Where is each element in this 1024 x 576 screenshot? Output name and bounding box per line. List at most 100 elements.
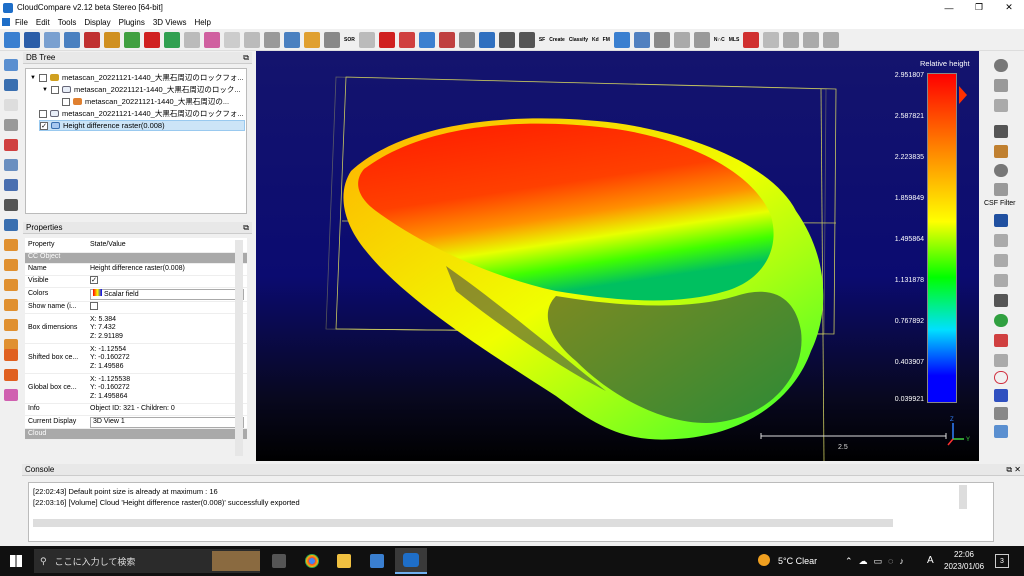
- open-icon[interactable]: [4, 31, 20, 48]
- list-icon[interactable]: [64, 31, 80, 48]
- sample-icon[interactable]: [204, 31, 220, 48]
- noise-icon[interactable]: [324, 31, 340, 48]
- cloudcompare-task[interactable]: [395, 548, 427, 574]
- minimize-button[interactable]: —: [934, 0, 964, 15]
- hough-icon[interactable]: [994, 254, 1008, 267]
- canupo-icon[interactable]: [994, 294, 1008, 307]
- csf-shield-icon[interactable]: [994, 183, 1008, 196]
- translate-icon[interactable]: [84, 31, 100, 48]
- shield-icon[interactable]: [184, 31, 200, 48]
- console-hscrollbar[interactable]: [33, 519, 893, 527]
- prop-name-value[interactable]: Height difference raster(0.008): [87, 263, 247, 276]
- raster-icon[interactable]: [994, 99, 1008, 112]
- delete-icon[interactable]: [144, 31, 160, 48]
- terrain-icon[interactable]: [783, 31, 800, 48]
- colors-dropdown[interactable]: Scalar field⌄: [90, 288, 244, 300]
- classify-button[interactable]: Classify: [569, 37, 588, 43]
- sf-arith-icon[interactable]: [518, 31, 535, 48]
- mls-button[interactable]: MLS: [729, 37, 740, 43]
- front-label-icon[interactable]: [4, 349, 18, 361]
- terrain2-icon[interactable]: [803, 31, 820, 48]
- console-vscrollbar[interactable]: [959, 485, 967, 509]
- sor-button[interactable]: SOR: [344, 37, 355, 43]
- stats-icon[interactable]: [458, 31, 475, 48]
- show-name-checkbox[interactable]: [90, 301, 98, 310]
- color-icon[interactable]: [164, 31, 180, 48]
- weather-text[interactable]: 5°C Clear: [778, 556, 817, 566]
- back-label-icon[interactable]: [4, 369, 18, 381]
- kd-button[interactable]: Kd: [592, 37, 599, 43]
- create-button[interactable]: Create: [549, 37, 565, 43]
- clock[interactable]: 22:06 2023/01/06: [944, 550, 984, 571]
- properties-scrollbar[interactable]: [235, 240, 243, 456]
- link-icon[interactable]: [693, 31, 710, 48]
- pick-icon[interactable]: [398, 31, 415, 48]
- m3c2-icon[interactable]: [994, 234, 1008, 247]
- plus-icon[interactable]: [4, 119, 18, 131]
- pivot-icon[interactable]: [4, 139, 18, 151]
- add-icon[interactable]: [498, 31, 515, 48]
- tree-checkbox[interactable]: [62, 97, 70, 106]
- chrome-icon[interactable]: [305, 554, 319, 568]
- screen-icon[interactable]: [994, 425, 1008, 438]
- sf-icon[interactable]: [478, 31, 495, 48]
- pcv-icon[interactable]: [994, 354, 1008, 367]
- 3d-view[interactable]: Relative height 2.5 Z Y 2.951807 2.58782…: [256, 51, 979, 461]
- menu-plugins[interactable]: Plugins: [119, 18, 145, 27]
- perspective-icon[interactable]: [4, 159, 18, 171]
- register-icon[interactable]: [378, 31, 395, 48]
- qanimation-icon[interactable]: [994, 334, 1008, 347]
- expand-icon[interactable]: ▼: [42, 87, 49, 93]
- clone-icon[interactable]: [224, 31, 240, 48]
- tree-item[interactable]: ▼ metascan_20221121-1440_大黒石周辺のロックフォ...: [30, 72, 245, 83]
- segment-icon[interactable]: [124, 31, 140, 48]
- align-icon[interactable]: [358, 31, 375, 48]
- tree-item[interactable]: metascan_20221121-1440_大黒石周辺のロックフォ...: [39, 108, 245, 119]
- monitor-icon[interactable]: [613, 31, 630, 48]
- tree-checkbox[interactable]: [51, 85, 59, 94]
- csf-filter-label[interactable]: CSF Filter: [984, 200, 1016, 207]
- magnet-icon[interactable]: [994, 389, 1008, 402]
- undock-icon[interactable]: ⧉: [243, 223, 249, 233]
- tree-item-selected[interactable]: ✓ Height difference raster(0.008): [39, 120, 245, 131]
- front-view-icon[interactable]: [4, 259, 18, 271]
- screen-icon[interactable]: [4, 59, 18, 71]
- transform-icon[interactable]: [264, 31, 280, 48]
- tray-icons[interactable]: ⌃☁▭◌♪: [845, 556, 910, 567]
- current-display-dropdown[interactable]: 3D View 1⌄: [90, 416, 244, 428]
- expand-icon[interactable]: ▼: [30, 75, 37, 81]
- visible-checkbox[interactable]: ✓: [90, 276, 98, 285]
- undock-icon[interactable]: ⧉: [243, 53, 249, 63]
- ransac-icon[interactable]: [994, 274, 1008, 287]
- globe-icon[interactable]: [653, 31, 670, 48]
- facets-icon[interactable]: [994, 314, 1008, 327]
- ime-indicator[interactable]: A: [927, 555, 934, 566]
- menu-display[interactable]: Display: [84, 18, 110, 27]
- compass-tool-icon[interactable]: [994, 164, 1008, 177]
- stereo-icon[interactable]: [4, 389, 18, 401]
- nc-button[interactable]: N∩C: [714, 37, 725, 43]
- ellipse-icon[interactable]: [994, 371, 1008, 384]
- camera-icon[interactable]: [633, 31, 650, 48]
- fm-button[interactable]: FM: [603, 37, 610, 43]
- subsample-icon[interactable]: [244, 31, 260, 48]
- back-view-icon[interactable]: [4, 299, 18, 311]
- brush-icon[interactable]: [994, 145, 1008, 158]
- left-view-icon[interactable]: [4, 279, 18, 291]
- curve-icon[interactable]: [743, 31, 760, 48]
- tree-item[interactable]: ▼ metascan_20221121-1440_大黒石周辺のロック...: [42, 84, 245, 95]
- close-icon[interactable]: ⧉ ✕: [1006, 465, 1021, 475]
- cube-view-icon[interactable]: [4, 179, 18, 191]
- compass-icon[interactable]: [994, 59, 1008, 72]
- windows-start-icon[interactable]: [10, 555, 22, 567]
- tree-checkbox[interactable]: ✓: [40, 121, 48, 130]
- film-icon[interactable]: [994, 125, 1008, 138]
- file-explorer-icon[interactable]: [337, 554, 351, 568]
- zoom-1to1-icon[interactable]: [4, 99, 18, 111]
- menu-3d-views[interactable]: 3D Views: [153, 18, 187, 27]
- cube-icon[interactable]: [673, 31, 690, 48]
- menu-tools[interactable]: Tools: [58, 18, 77, 27]
- top-view-icon[interactable]: [4, 239, 18, 251]
- menu-help[interactable]: Help: [195, 18, 211, 27]
- store-icon[interactable]: [370, 554, 384, 568]
